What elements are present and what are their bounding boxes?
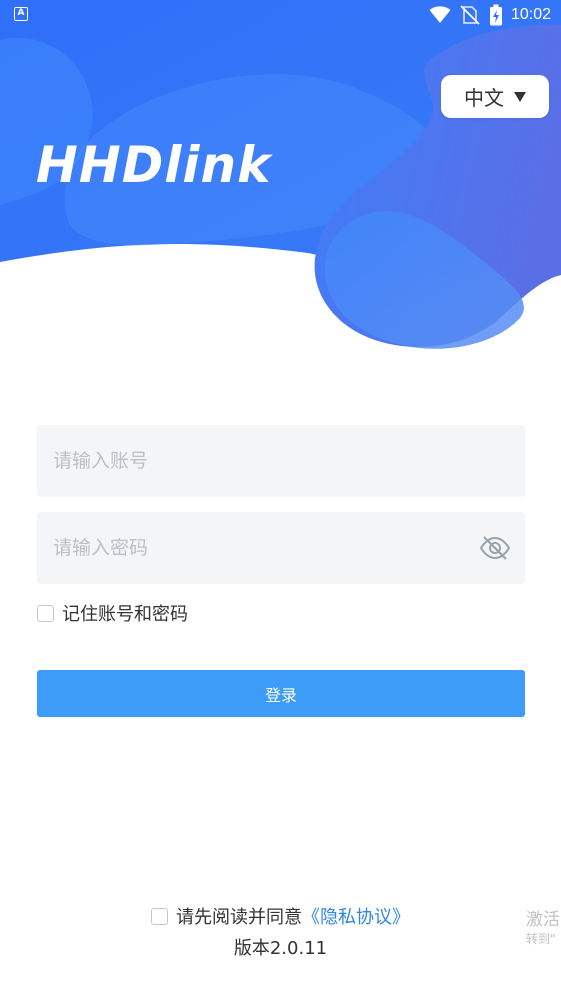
watermark-line-1: 激活 [526, 910, 560, 930]
app-logo: HHDlink [36, 136, 272, 194]
agree-text: 请先阅读并同意 [176, 907, 302, 928]
status-icons: 10:02 [429, 4, 551, 26]
language-label: 中文 [464, 86, 504, 110]
watermark-line-2: 转到" [526, 932, 556, 947]
version-label: 版本2.0.11 [233, 938, 328, 959]
status-bar: A 10:02 [0, 0, 561, 30]
eye-slash-icon[interactable] [479, 534, 511, 562]
login-button-label: 登录 [264, 685, 297, 705]
account-input[interactable] [37, 425, 525, 497]
agree-checkbox[interactable] [151, 907, 168, 925]
privacy-policy-link[interactable]: 《隐私协议》 [302, 903, 410, 929]
battery-charging-icon [489, 4, 502, 26]
activation-watermark: 激活 转到" [526, 910, 560, 947]
privacy-agreement-row: 请先阅读并同意 《隐私协议》 [0, 903, 561, 929]
remember-label: 记住账号和密码 [62, 604, 188, 625]
status-time: 10:02 [510, 6, 551, 23]
remember-credentials-row[interactable]: 记住账号和密码 [37, 600, 188, 626]
account-field[interactable] [37, 425, 525, 497]
remember-checkbox[interactable] [37, 604, 54, 622]
login-button[interactable]: 登录 [37, 670, 525, 717]
wifi-icon [429, 6, 451, 23]
app-notification-icon: A [14, 7, 28, 21]
language-selector-button[interactable]: 中文 [441, 75, 549, 118]
password-input[interactable] [37, 512, 525, 584]
no-sim-icon [460, 5, 480, 25]
password-field[interactable] [37, 512, 525, 584]
login-screen: A 10:02 中文 HHDlink 请输入账号 记住账号和密码 登录 请先阅读… [0, 0, 561, 997]
caret-down-icon [514, 91, 526, 102]
